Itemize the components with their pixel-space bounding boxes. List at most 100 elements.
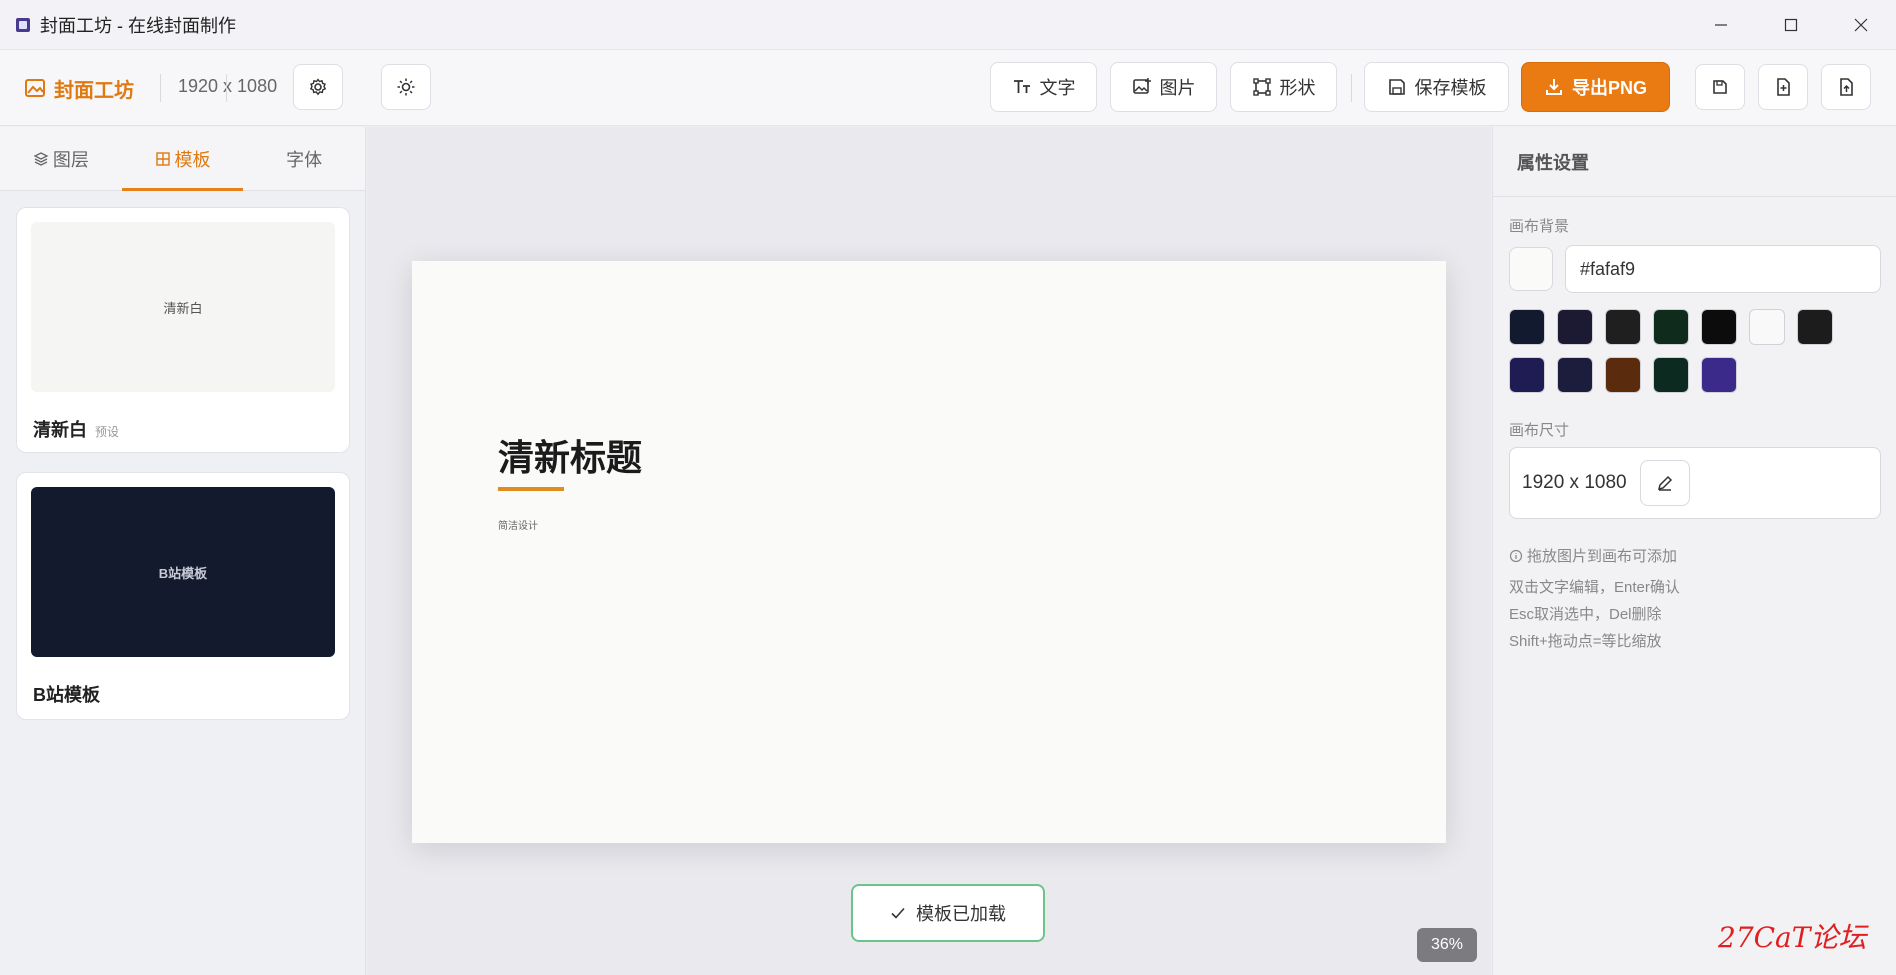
color-swatch[interactable] — [1605, 357, 1641, 393]
pencil-icon — [1657, 475, 1673, 491]
save-template-label: 保存模板 — [1414, 78, 1487, 98]
color-swatch[interactable] — [1653, 357, 1689, 393]
color-swatch[interactable] — [1509, 309, 1545, 345]
tab-layers[interactable]: 图层 — [0, 127, 122, 190]
grid-icon — [155, 151, 170, 166]
text-icon — [1013, 80, 1030, 93]
toolbar-divider — [1351, 74, 1352, 102]
template-thumbnail-text: B站模板 — [158, 565, 208, 581]
template-tag: 预设 — [95, 425, 120, 439]
tab-templates[interactable]: 模板 — [121, 127, 244, 191]
window-title: 封面工坊 - 在线封面制作 — [40, 15, 236, 36]
canvas-accent-line[interactable] — [498, 487, 564, 491]
minimize-button[interactable] — [1686, 0, 1756, 50]
shape-icon — [1252, 78, 1271, 96]
template-card-fresh-white[interactable]: 清新白 清新白 预设 — [16, 207, 350, 453]
current-color-swatch[interactable] — [1509, 247, 1553, 291]
template-thumbnail-text: 清新白 — [163, 300, 203, 316]
maximize-icon — [1784, 18, 1798, 32]
add-text-button[interactable]: 文字 — [990, 62, 1097, 112]
floppy-icon — [1713, 80, 1727, 94]
window-controls — [1686, 0, 1896, 50]
export-png-button[interactable]: 导出PNG — [1521, 62, 1670, 112]
close-button[interactable] — [1826, 0, 1896, 50]
file-plus-icon — [1777, 78, 1790, 96]
export-png-label: 导出PNG — [1571, 78, 1647, 98]
window-titlebar: 封面工坊 - 在线封面制作 — [0, 0, 1896, 50]
canvas-size-section-label: 画布尺寸 — [1509, 422, 1570, 439]
toast-message: 模板已加载 — [916, 904, 1006, 924]
color-swatch[interactable] — [1797, 309, 1833, 345]
maximize-button[interactable] — [1756, 0, 1826, 50]
tip-text: Shift+拖动点=等比缩放 — [1509, 633, 1662, 650]
tip-text: 双击文字编辑，Enter确认 — [1509, 579, 1680, 596]
tab-fonts-label: 字体 — [286, 149, 323, 170]
canvas-title-text[interactable]: 清新标题 — [498, 429, 642, 481]
tab-templates-label: 模板 — [174, 149, 211, 170]
canvas-stage: 清新标题 简洁设计 模板已加载 36% — [367, 127, 1491, 975]
color-swatch[interactable] — [1557, 309, 1593, 345]
canvas-size-box: 1920 x 1080 — [1509, 447, 1881, 519]
bg-color-input[interactable]: #fafaf9 — [1565, 245, 1881, 293]
color-swatch[interactable] — [1605, 309, 1641, 345]
template-thumbnail: 清新白 — [31, 222, 335, 392]
add-shape-button[interactable]: 形状 — [1230, 62, 1337, 112]
tip-text: 拖放图片到画布可添加 — [1527, 548, 1678, 565]
canvas-size-label: 1920 x 1080 — [178, 76, 278, 96]
color-swatch[interactable] — [1701, 309, 1737, 345]
tip-item: Shift+拖动点=等比缩放 — [1509, 630, 1662, 651]
toast-notification: 模板已加载 — [851, 884, 1045, 942]
color-swatch[interactable] — [1749, 309, 1785, 345]
toolbar-divider — [226, 74, 227, 102]
info-icon — [1509, 549, 1523, 562]
toolbar-divider — [160, 74, 161, 102]
new-file-button[interactable] — [1758, 64, 1808, 110]
properties-panel: 属性设置 画布背景 #fafaf9 画布尺寸 1920 x 1080 拖放图片到… — [1492, 127, 1896, 975]
template-thumbnail: B站模板 — [31, 487, 335, 657]
color-swatch[interactable] — [1701, 357, 1737, 393]
close-icon — [1854, 18, 1868, 32]
color-swatch[interactable] — [1557, 357, 1593, 393]
template-name: 清新白 预设 — [33, 416, 119, 442]
template-card-bilibili[interactable]: B站模板 B站模板 — [16, 472, 350, 720]
add-image-button[interactable]: 图片 — [1110, 62, 1217, 112]
canvas-bg-label: 画布背景 — [1509, 218, 1570, 235]
image-logo-icon — [25, 79, 45, 97]
left-panel-tabs: 图层 模板 字体 — [0, 127, 365, 191]
minimize-icon — [1715, 24, 1727, 26]
save-file-button[interactable] — [1695, 64, 1745, 110]
tip-item: 拖放图片到画布可添加 — [1509, 545, 1677, 566]
check-icon — [891, 907, 905, 919]
theme-toggle-button[interactable] — [381, 64, 431, 110]
download-icon — [1545, 79, 1562, 95]
canvas-subtitle-text[interactable]: 简洁设计 — [498, 517, 538, 532]
zoom-level-badge: 36% — [1417, 928, 1477, 962]
tab-fonts[interactable]: 字体 — [243, 127, 365, 190]
tip-item: Esc取消选中，Del删除 — [1509, 603, 1662, 624]
settings-button[interactable] — [293, 64, 343, 110]
design-canvas[interactable]: 清新标题 简洁设计 — [412, 261, 1446, 843]
tab-layers-label: 图层 — [52, 149, 89, 170]
brand-logo: 封面工坊 — [24, 74, 134, 102]
add-shape-label: 形状 — [1279, 78, 1316, 98]
properties-header: 属性设置 — [1493, 127, 1896, 197]
save-template-button[interactable]: 保存模板 — [1364, 62, 1509, 112]
import-file-button[interactable] — [1821, 64, 1871, 110]
template-name-text: B站模板 — [33, 685, 100, 705]
edit-size-button[interactable] — [1640, 460, 1690, 506]
gear-icon — [309, 78, 327, 96]
save-icon — [1388, 79, 1405, 95]
color-swatch[interactable] — [1509, 357, 1545, 393]
watermark: 27CaT论坛 — [1718, 921, 1867, 954]
color-swatch[interactable] — [1653, 309, 1689, 345]
canvas-size-value: 1920 x 1080 — [1522, 472, 1627, 493]
layers-icon — [33, 151, 49, 166]
image-add-icon — [1132, 78, 1151, 94]
tip-item: 双击文字编辑，Enter确认 — [1509, 576, 1680, 597]
brand-name: 封面工坊 — [54, 79, 134, 102]
left-panel: 图层 模板 字体 清新白 清新白 预设 B站模板 B站模板 — [0, 127, 366, 975]
template-name: B站模板 — [33, 681, 100, 707]
template-name-text: 清新白 — [33, 420, 87, 440]
tip-text: Esc取消选中，Del删除 — [1509, 606, 1662, 623]
add-text-label: 文字 — [1039, 78, 1076, 98]
